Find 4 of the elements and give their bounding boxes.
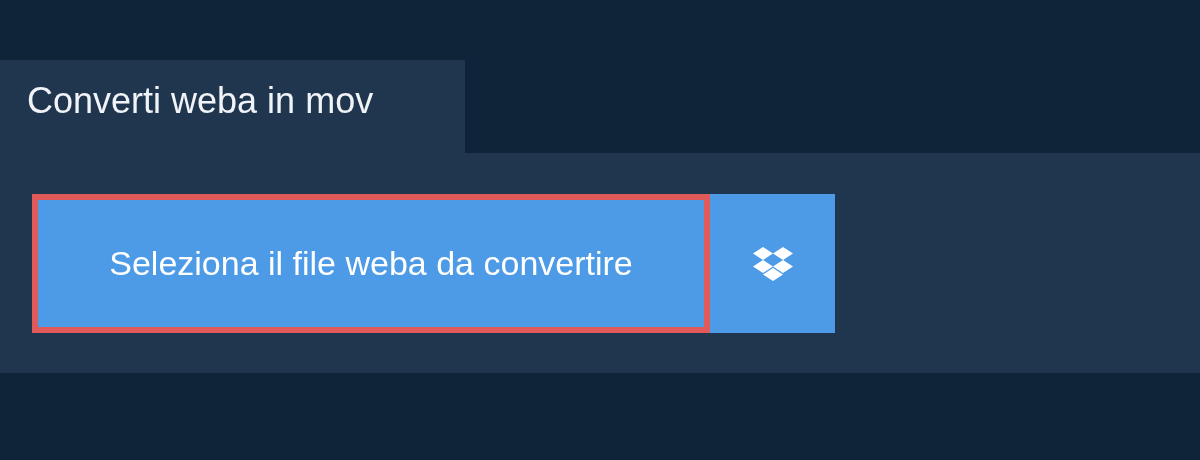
diamonds-icon (751, 245, 794, 282)
select-file-button[interactable]: Seleziona il file weba da convertire (32, 194, 710, 333)
dropbox-button[interactable] (710, 194, 835, 333)
tab-title: Converti weba in mov (0, 60, 465, 153)
